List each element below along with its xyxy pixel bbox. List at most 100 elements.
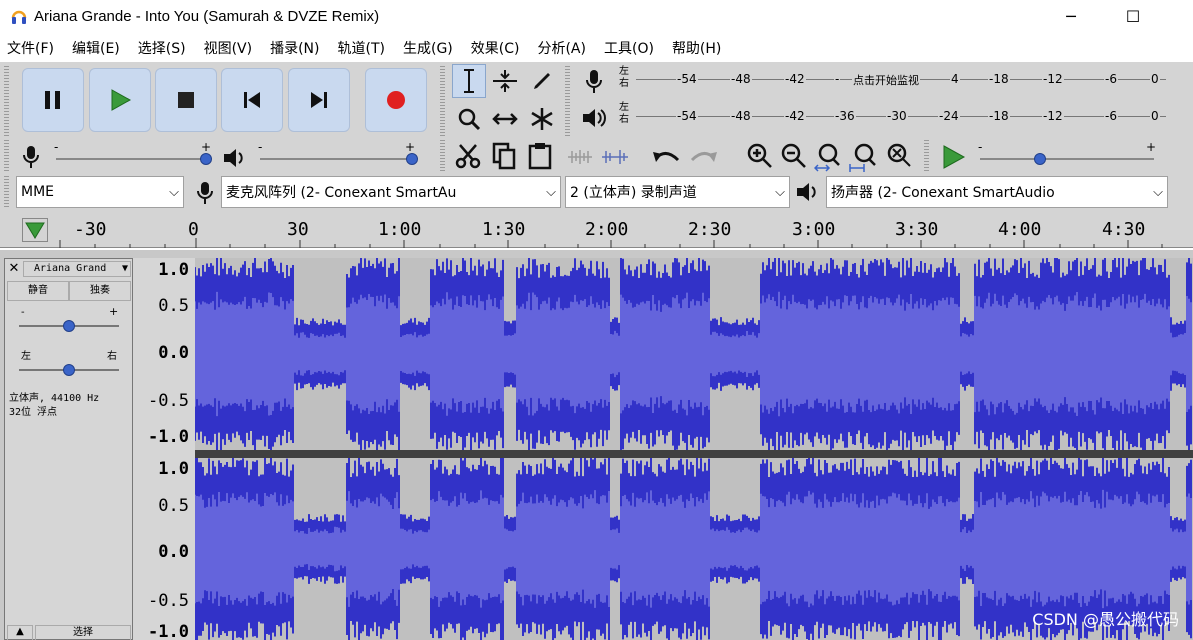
recording-volume-slider[interactable]: - + (52, 140, 217, 172)
menu-generate[interactable]: 生成(G) (403, 38, 453, 58)
solo-button[interactable]: 独奏 (69, 281, 131, 301)
zoom-in-icon[interactable] (746, 142, 774, 170)
toolbar-grip[interactable] (4, 176, 9, 208)
toolbar-grip[interactable] (4, 66, 9, 136)
silence-audio-icon[interactable] (600, 148, 630, 166)
zoom-toggle-icon[interactable] (884, 142, 912, 170)
toolbar-grip[interactable] (440, 66, 445, 136)
slider-max-label: + (404, 140, 415, 154)
recording-channels-select[interactable]: 2 (立体声) 录制声道 ⌵ (565, 176, 790, 208)
select-track-button[interactable]: 选择 (35, 625, 131, 640)
menu-analyze[interactable]: 分析(A) (537, 38, 586, 58)
waveform-display[interactable] (194, 258, 1193, 640)
slider-knob[interactable] (63, 364, 75, 376)
copy-icon[interactable] (490, 142, 518, 170)
slider-knob[interactable] (200, 153, 212, 165)
output-device-icon (797, 183, 816, 201)
chevron-down-icon: ⌵ (169, 185, 179, 200)
mute-button[interactable]: 静音 (7, 281, 69, 301)
playback-volume-slider[interactable]: - + (256, 140, 421, 172)
fit-project-icon[interactable] (848, 142, 878, 172)
channel-separator (195, 450, 1193, 458)
pause-button[interactable] (22, 68, 84, 132)
window-title: Ariana Grande - Into You (Samurah & DVZE… (34, 7, 380, 25)
cut-icon[interactable] (454, 142, 482, 170)
meter-tick: 0 (1150, 109, 1160, 123)
timeline-tick: 3:30 (895, 219, 939, 240)
microphone-icon[interactable] (583, 68, 605, 96)
paste-icon[interactable] (526, 142, 554, 170)
menu-view[interactable]: 视图(V) (204, 38, 253, 58)
record-button[interactable] (365, 68, 427, 132)
maximize-button[interactable]: ☐ (1103, 0, 1163, 32)
menu-bar: 文件(F) 编辑(E) 选择(S) 视图(V) 播录(N) 轨道(T) 生成(G… (0, 34, 1193, 62)
watermark: CSDN @愚公搬代码 (1032, 610, 1179, 629)
slider-knob[interactable] (63, 320, 75, 332)
slider-knob[interactable] (406, 153, 418, 165)
track-name-menu[interactable]: Ariana Grand ▼ (23, 261, 131, 277)
play-button[interactable] (89, 68, 151, 132)
title-bar: Ariana Grande - Into You (Samurah & DVZE… (0, 0, 1193, 32)
fit-selection-icon[interactable] (814, 142, 844, 172)
track-name: Ariana Grand (34, 263, 107, 274)
close-track-icon[interactable]: ✕ (7, 261, 21, 277)
playback-speed-slider[interactable]: - + (976, 140, 1162, 172)
toolbar-grip[interactable] (440, 140, 445, 172)
meter-monitor-hint[interactable]: 点击开始监视 (852, 72, 920, 88)
zoom-tool[interactable] (452, 102, 486, 136)
meter-right-label: 右 (619, 78, 629, 89)
skip-to-start-button[interactable] (221, 68, 283, 132)
menu-transport[interactable]: 播录(N) (270, 38, 319, 58)
recording-meter[interactable]: -54 -48 -42 - 点击开始监视 4 -18 -12 -6 0 (636, 64, 1166, 96)
recording-volume-icon (23, 146, 39, 168)
collapse-track-button[interactable]: ▲ (7, 625, 33, 640)
meter-tick: -18 (988, 72, 1010, 86)
timeline-tick: 1:30 (482, 219, 526, 240)
meter-tick: -6 (1104, 72, 1118, 86)
playback-device-select[interactable]: 扬声器 (2- Conexant SmartAudio ⌵ (826, 176, 1168, 208)
timeline-ruler[interactable]: -30 0 30 1:00 1:30 2:00 2:30 3:00 3:30 4… (0, 212, 1193, 248)
skip-to-end-button[interactable] (288, 68, 350, 132)
toolbar-grip[interactable] (924, 140, 929, 172)
amplitude-scale: 1.0 0.5 0.0 -0.5 -1.0 1.0 0.5 0.0 -0.5 -… (133, 258, 195, 640)
multi-tool[interactable] (525, 102, 559, 136)
menu-tools[interactable]: 工具(O) (604, 38, 654, 58)
menu-edit[interactable]: 编辑(E) (72, 38, 120, 58)
toolbar-grip[interactable] (4, 140, 9, 172)
selection-tool[interactable] (452, 64, 486, 98)
gain-slider[interactable] (19, 319, 119, 333)
minimize-button[interactable]: ─ (1041, 0, 1101, 32)
time-shift-tool[interactable] (488, 102, 522, 136)
meter-tick: -36 (834, 109, 856, 123)
zoom-out-icon[interactable] (780, 142, 808, 170)
toolbar-grip[interactable] (565, 66, 570, 136)
timeline-tick: 4:00 (998, 219, 1042, 240)
speaker-icon[interactable] (581, 106, 607, 130)
trim-audio-icon[interactable] (566, 148, 594, 166)
menu-select[interactable]: 选择(S) (138, 38, 186, 58)
menu-tracks[interactable]: 轨道(T) (338, 38, 385, 58)
stop-icon (178, 92, 194, 108)
playback-meter[interactable]: -54 -48 -42 -36 -30 -24 -18 -12 -6 0 (636, 101, 1166, 133)
play-at-speed-icon[interactable] (940, 144, 966, 170)
meter-tick: -18 (988, 109, 1010, 123)
stop-button[interactable] (155, 68, 217, 132)
pan-left-label: 左 (21, 351, 31, 362)
envelope-tool[interactable] (488, 64, 522, 98)
menu-help[interactable]: 帮助(H) (672, 38, 721, 58)
menu-file[interactable]: 文件(F) (7, 38, 54, 58)
menu-effect[interactable]: 效果(C) (471, 38, 520, 58)
draw-tool[interactable] (525, 64, 559, 98)
recording-device-value: 麦克风阵列 (2- Conexant SmartAu (226, 185, 457, 201)
audio-host-select[interactable]: MME ⌵ (16, 176, 184, 208)
chevron-down-icon: ⌵ (546, 185, 556, 200)
redo-icon[interactable] (688, 146, 718, 168)
skip-end-icon (311, 92, 327, 108)
chevron-down-icon: ⌵ (775, 185, 785, 200)
pan-slider[interactable] (19, 363, 119, 377)
recording-device-select[interactable]: 麦克风阵列 (2- Conexant SmartAu ⌵ (221, 176, 561, 208)
slider-knob[interactable] (1034, 153, 1046, 165)
scale-label: -0.5 (148, 591, 189, 611)
timeline-tick: 2:30 (688, 219, 732, 240)
undo-icon[interactable] (652, 146, 682, 168)
